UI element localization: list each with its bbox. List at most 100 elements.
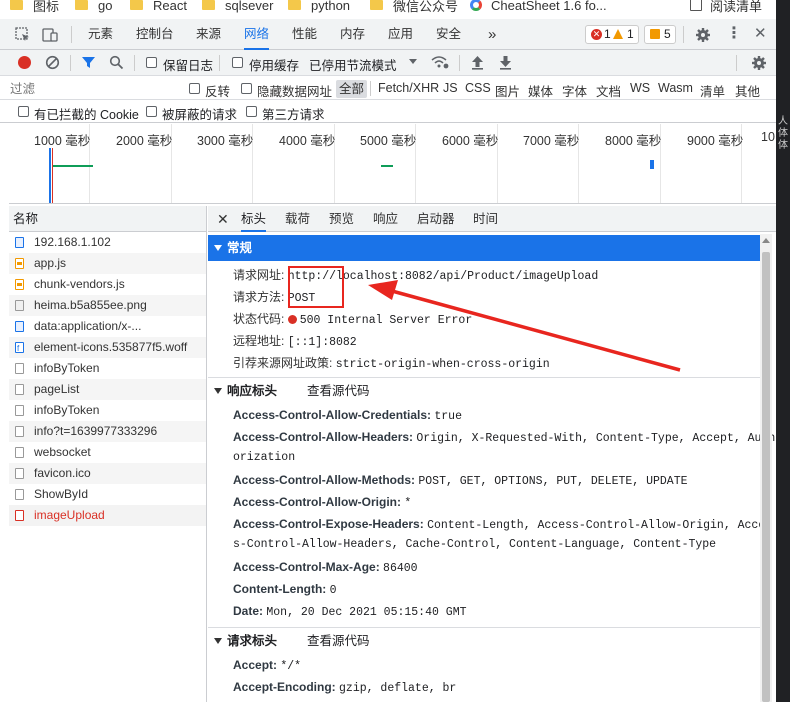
request-row[interactable]: infoByToken <box>9 358 206 379</box>
request-row-selected[interactable]: imageUpload <box>9 505 206 526</box>
filter-type-ws[interactable]: WS <box>630 81 650 95</box>
filter-type-font[interactable]: 字体 <box>562 81 587 100</box>
tab-security[interactable]: 安全 <box>436 19 461 50</box>
filter-type-doc[interactable]: 文档 <box>596 81 621 100</box>
search-icon[interactable] <box>109 55 124 70</box>
bookmark-item[interactable]: 图标 <box>10 0 59 14</box>
console-issues-badge[interactable]: ✕ 1 1 <box>585 25 639 44</box>
tab-elements[interactable]: 元素 <box>88 19 113 50</box>
request-headers-section-header[interactable]: 请求标头 查看源代码 <box>208 627 760 653</box>
filter-type-img[interactable]: 图片 <box>495 81 520 100</box>
filter-input[interactable] <box>10 79 175 98</box>
tab-headers[interactable]: 标头 <box>241 206 267 232</box>
view-source-link[interactable]: 查看源代码 <box>307 634 370 648</box>
tab-timing[interactable]: 时间 <box>473 206 498 232</box>
tab-initiator[interactable]: 启动器 <box>417 206 455 232</box>
filter-type-all[interactable]: 全部 <box>336 80 368 98</box>
blocked-cookies-checkbox[interactable] <box>18 106 29 117</box>
scroll-up-icon[interactable] <box>762 238 770 243</box>
request-row[interactable]: pageList <box>9 379 206 400</box>
bookmark-item[interactable]: go <box>75 0 112 14</box>
detail-tabs: ✕ 标头 载荷 预览 响应 启动器 时间 <box>208 206 776 232</box>
bookmark-item[interactable]: CheatSheet 1.6 fo... <box>470 0 607 14</box>
request-row[interactable]: infoByToken <box>9 400 206 421</box>
request-row[interactable]: favicon.ico <box>9 463 206 484</box>
blocked-requests-checkbox[interactable] <box>146 106 157 117</box>
import-har-icon[interactable] <box>471 55 484 70</box>
remote-address-value: [::1]:8082 <box>287 336 357 349</box>
preserve-log-checkbox[interactable] <box>146 57 157 68</box>
filter-type-css[interactable]: CSS <box>465 81 491 95</box>
tab-performance[interactable]: 性能 <box>292 19 317 50</box>
tab-response[interactable]: 响应 <box>373 206 398 232</box>
request-row[interactable]: data:application/x-... <box>9 316 206 337</box>
request-row[interactable]: ShowById <box>9 484 206 505</box>
inspect-element-icon[interactable] <box>15 27 31 43</box>
font-icon <box>15 338 24 358</box>
filter-type-other[interactable]: 其他 <box>735 81 760 100</box>
error-count: 1 <box>604 27 611 41</box>
filter-type-manifest[interactable]: 清单 <box>700 81 725 100</box>
bookmark-item[interactable]: sqlsever <box>202 0 273 14</box>
export-har-icon[interactable] <box>499 55 512 70</box>
response-headers-section-header[interactable]: 响应标头 查看源代码 <box>208 377 760 403</box>
view-source-link[interactable]: 查看源代码 <box>307 384 370 398</box>
folder-icon <box>10 0 23 10</box>
disable-cache-checkbox[interactable] <box>232 57 243 68</box>
tab-console[interactable]: 控制台 <box>136 19 174 50</box>
network-conditions-icon[interactable] <box>431 55 449 70</box>
details-scrollbar[interactable] <box>760 234 772 702</box>
tab-sources[interactable]: 来源 <box>196 19 221 50</box>
settings-gear-icon[interactable] <box>695 27 711 43</box>
dom-content-loaded-marker <box>49 148 51 203</box>
folder-icon <box>130 0 143 10</box>
filter-type-fetch-xhr[interactable]: Fetch/XHR <box>378 81 439 95</box>
more-options-icon[interactable]: ⋮ <box>726 26 742 42</box>
bookmark-item[interactable]: python <box>288 0 350 14</box>
request-row[interactable]: 192.168.1.102 <box>9 232 206 253</box>
throttling-select[interactable]: 已停用节流模式 <box>309 55 397 74</box>
filter-type-wasm[interactable]: Wasm <box>658 81 693 95</box>
header-row: Access-Control-Allow-Credentials: true <box>233 408 462 423</box>
issues-badge[interactable]: 5 <box>644 25 676 44</box>
request-row[interactable]: chunk-vendors.js <box>9 274 206 295</box>
timeline-tick: 8000 毫秒 <box>605 134 662 148</box>
devtools-main-tabs: 元素 控制台 来源 网络 性能 内存 应用 安全 » ✕ 1 1 5 ⋮ ✕ <box>0 19 776 50</box>
close-icon[interactable]: ✕ <box>754 25 767 43</box>
filter-type-media[interactable]: 媒体 <box>528 81 553 100</box>
name-column-header[interactable]: 名称 <box>9 206 206 232</box>
divider <box>459 55 460 71</box>
request-row[interactable]: element-icons.535877f5.woff <box>9 337 206 358</box>
bookmark-item[interactable]: 微信公众号 <box>370 0 458 14</box>
divider <box>70 55 71 71</box>
bookmark-label: go <box>98 0 113 13</box>
scrollbar-thumb[interactable] <box>762 252 770 702</box>
referrer-policy-value: strict-origin-when-cross-origin <box>335 358 550 371</box>
more-tabs-button[interactable]: » <box>488 19 496 50</box>
bookmark-item[interactable]: React <box>130 0 187 14</box>
tab-payload[interactable]: 载荷 <box>285 206 310 232</box>
request-row[interactable]: app.js <box>9 253 206 274</box>
network-settings-icon[interactable] <box>751 55 767 71</box>
record-icon[interactable] <box>18 56 31 69</box>
tab-application[interactable]: 应用 <box>388 19 413 50</box>
request-row[interactable]: info?t=1639977333296 <box>9 421 206 442</box>
tab-memory[interactable]: 内存 <box>340 19 365 50</box>
bookmark-item[interactable]: 阅读清单 <box>690 0 762 14</box>
tab-network[interactable]: 网络 <box>244 19 270 50</box>
device-toolbar-icon[interactable] <box>42 27 58 43</box>
bookmark-label: React <box>153 0 187 13</box>
invert-checkbox[interactable] <box>189 83 200 94</box>
filter-icon[interactable] <box>81 55 96 70</box>
clear-icon[interactable] <box>45 55 60 70</box>
filter-type-js[interactable]: JS <box>443 81 458 95</box>
timeline-overview[interactable]: 1000 毫秒 2000 毫秒 3000 毫秒 4000 毫秒 5000 毫秒 … <box>9 124 776 204</box>
close-detail-icon[interactable]: ✕ <box>217 206 229 232</box>
request-row[interactable]: websocket <box>9 442 206 463</box>
general-section-header[interactable]: 常规 <box>208 235 760 261</box>
request-bar <box>650 160 654 169</box>
request-row[interactable]: heima.b5a855ee.png <box>9 295 206 316</box>
tab-preview[interactable]: 预览 <box>329 206 354 232</box>
third-party-checkbox[interactable] <box>246 106 257 117</box>
hide-data-urls-checkbox[interactable] <box>241 83 252 94</box>
